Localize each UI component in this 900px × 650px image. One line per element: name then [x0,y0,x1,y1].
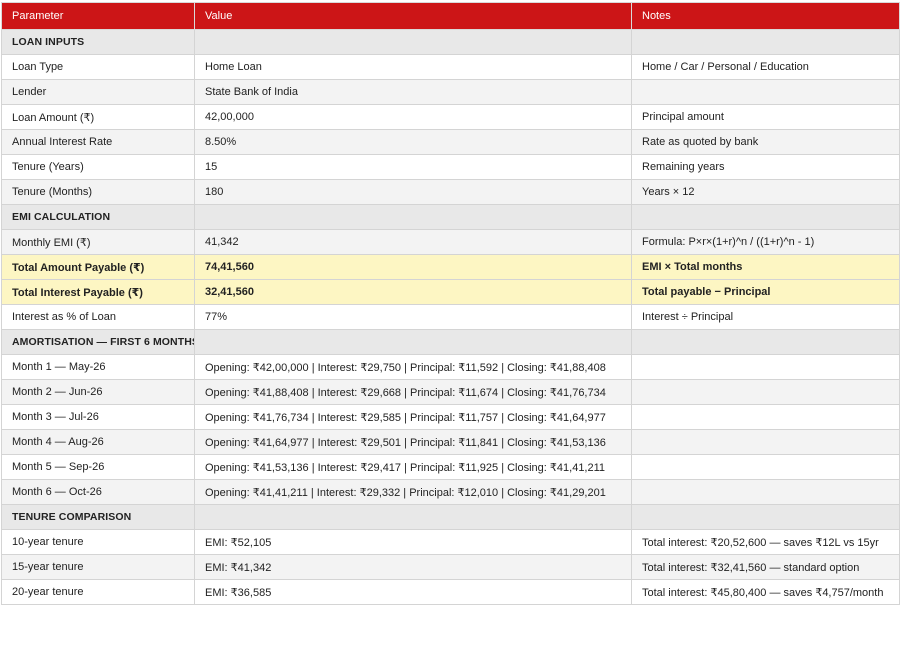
notes-cell[interactable] [631,479,900,505]
value-cell[interactable]: EMI: ₹41,342 [194,554,632,580]
table-header: Parameter Value Notes [1,2,900,30]
parameter-cell[interactable]: Loan Amount (₹) [1,104,195,130]
notes-cell[interactable] [631,404,900,430]
header-row: Parameter Value Notes [1,2,900,30]
parameter-cell[interactable]: 20-year tenure [1,579,195,605]
notes-cell[interactable] [631,79,900,105]
section-title-cell[interactable]: AMORTISATION — FIRST 6 MONTHS [1,329,195,355]
notes-cell[interactable]: Total interest: ₹20,52,600 — saves ₹12L … [631,529,900,555]
table-row: Month 6 — Oct-26 Opening: ₹41,41,211 | In… [1,479,900,505]
value-cell[interactable]: State Bank of India [194,79,632,105]
value-cell[interactable]: 8.50% [194,129,632,155]
parameter-cell[interactable]: Lender [1,79,195,105]
section-header-row: LOAN INPUTS [1,29,900,55]
value-cell[interactable]: Opening: ₹41,64,977 | Interest: ₹29,501 … [194,429,632,455]
table-row: Loan Amount (₹) 42,00,000 Principal amount [1,104,900,130]
table-row: Total Interest Payable (₹) 32,41,560 Total… [1,279,900,305]
section-header-row: EMI CALCULATION [1,204,900,230]
parameter-cell[interactable]: Month 3 — Jul-26 [1,404,195,430]
parameter-cell[interactable]: Month 1 — May-26 [1,354,195,380]
table-row: Annual Interest Rate 8.50% Rate as quoted … [1,129,900,155]
table-row: Monthly EMI (₹) 41,342 Formula: P×r×(1+r)^… [1,229,900,255]
value-cell[interactable]: EMI: ₹52,105 [194,529,632,555]
parameter-cell[interactable]: Total Amount Payable (₹) [1,254,195,280]
table-row: Lender State Bank of India [1,79,900,105]
section-empty-cell[interactable] [631,329,900,355]
value-cell[interactable]: 77% [194,304,632,330]
notes-cell[interactable]: Formula: P×r×(1+r)^n / ((1+r)^n - 1) [631,229,900,255]
value-cell[interactable]: Opening: ₹41,76,734 | Interest: ₹29,585 … [194,404,632,430]
table-row: Total Amount Payable (₹) 74,41,560 EMI × T… [1,254,900,280]
parameter-cell[interactable]: Month 6 — Oct-26 [1,479,195,505]
parameter-cell[interactable]: Month 4 — Aug-26 [1,429,195,455]
table-row: Month 5 — Sep-26 Opening: ₹41,53,136 | In… [1,454,900,480]
section-empty-cell[interactable] [194,29,632,55]
notes-cell[interactable] [631,454,900,480]
table-row: 15-year tenure EMI: ₹41,342 Total interest… [1,554,900,580]
parameter-cell[interactable]: 15-year tenure [1,554,195,580]
value-cell[interactable]: 180 [194,179,632,205]
parameter-cell[interactable]: Tenure (Years) [1,154,195,180]
value-cell[interactable]: 74,41,560 [194,254,632,280]
section-empty-cell[interactable] [631,29,900,55]
value-cell[interactable]: 15 [194,154,632,180]
notes-cell[interactable]: Years × 12 [631,179,900,205]
notes-cell[interactable]: Principal amount [631,104,900,130]
table-row: Interest as % of Loan 77% Interest ÷ Princ… [1,304,900,330]
section-header-row: TENURE COMPARISON [1,504,900,530]
parameter-cell[interactable]: Loan Type [1,54,195,80]
parameter-cell[interactable]: 10-year tenure [1,529,195,555]
parameter-cell[interactable]: Annual Interest Rate [1,129,195,155]
parameter-cell[interactable]: Total Interest Payable (₹) [1,279,195,305]
header-cell-parameter[interactable]: Parameter [1,2,195,30]
notes-cell[interactable] [631,379,900,405]
notes-cell[interactable]: Rate as quoted by bank [631,129,900,155]
table-row: 10-year tenure EMI: ₹52,105 Total interest… [1,529,900,555]
table-body: LOAN INPUTS Loan Type Home Loan Home / Car … [1,29,900,605]
section-empty-cell[interactable] [194,504,632,530]
notes-cell[interactable]: Total payable − Principal [631,279,900,305]
notes-cell[interactable]: Remaining years [631,154,900,180]
notes-cell[interactable]: Home / Car / Personal / Education [631,54,900,80]
value-cell[interactable]: Home Loan [194,54,632,80]
notes-cell[interactable]: EMI × Total months [631,254,900,280]
table-row: Month 1 — May-26 Opening: ₹42,00,000 | In… [1,354,900,380]
value-cell[interactable]: EMI: ₹36,585 [194,579,632,605]
parameter-cell[interactable]: Month 5 — Sep-26 [1,454,195,480]
table-row: Tenure (Months) 180 Years × 12 [1,179,900,205]
value-cell[interactable]: 32,41,560 [194,279,632,305]
value-cell[interactable]: 41,342 [194,229,632,255]
header-cell-value[interactable]: Value [194,2,632,30]
section-title-cell[interactable]: EMI CALCULATION [1,204,195,230]
section-title-cell[interactable]: LOAN INPUTS [1,29,195,55]
notes-cell[interactable] [631,429,900,455]
section-empty-cell[interactable] [631,204,900,230]
notes-cell[interactable]: Total interest: ₹45,80,400 — saves ₹4,75… [631,579,900,605]
value-cell[interactable]: Opening: ₹42,00,000 | Interest: ₹29,750 … [194,354,632,380]
section-empty-cell[interactable] [631,504,900,530]
parameter-cell[interactable]: Monthly EMI (₹) [1,229,195,255]
value-cell[interactable]: Opening: ₹41,41,211 | Interest: ₹29,332 … [194,479,632,505]
value-cell[interactable]: Opening: ₹41,88,408 | Interest: ₹29,668 … [194,379,632,405]
value-cell[interactable]: 42,00,000 [194,104,632,130]
section-empty-cell[interactable] [194,329,632,355]
parameter-cell[interactable]: Tenure (Months) [1,179,195,205]
table-row: Tenure (Years) 15 Remaining years [1,154,900,180]
parameter-cell[interactable]: Month 2 — Jun-26 [1,379,195,405]
notes-cell[interactable]: Total interest: ₹32,41,560 — standard op… [631,554,900,580]
table-row: Month 3 — Jul-26 Opening: ₹41,76,734 | In… [1,404,900,430]
section-title-cell[interactable]: TENURE COMPARISON [1,504,195,530]
table-row: Month 4 — Aug-26 Opening: ₹41,64,977 | In… [1,429,900,455]
parameter-cell[interactable]: Interest as % of Loan [1,304,195,330]
table-row: Loan Type Home Loan Home / Car / Personal … [1,54,900,80]
value-cell[interactable]: Opening: ₹41,53,136 | Interest: ₹29,417 … [194,454,632,480]
table-row: Month 2 — Jun-26 Opening: ₹41,88,408 | In… [1,379,900,405]
notes-cell[interactable] [631,354,900,380]
notes-cell[interactable]: Interest ÷ Principal [631,304,900,330]
header-cell-notes[interactable]: Notes [631,2,900,30]
section-header-row: AMORTISATION — FIRST 6 MONTHS [1,329,900,355]
emi-calculation-table: Parameter Value Notes LOAN INPUTS Loan Ty… [1,2,900,605]
section-empty-cell[interactable] [194,204,632,230]
table-row: 20-year tenure EMI: ₹36,585 Total interest… [1,579,900,605]
